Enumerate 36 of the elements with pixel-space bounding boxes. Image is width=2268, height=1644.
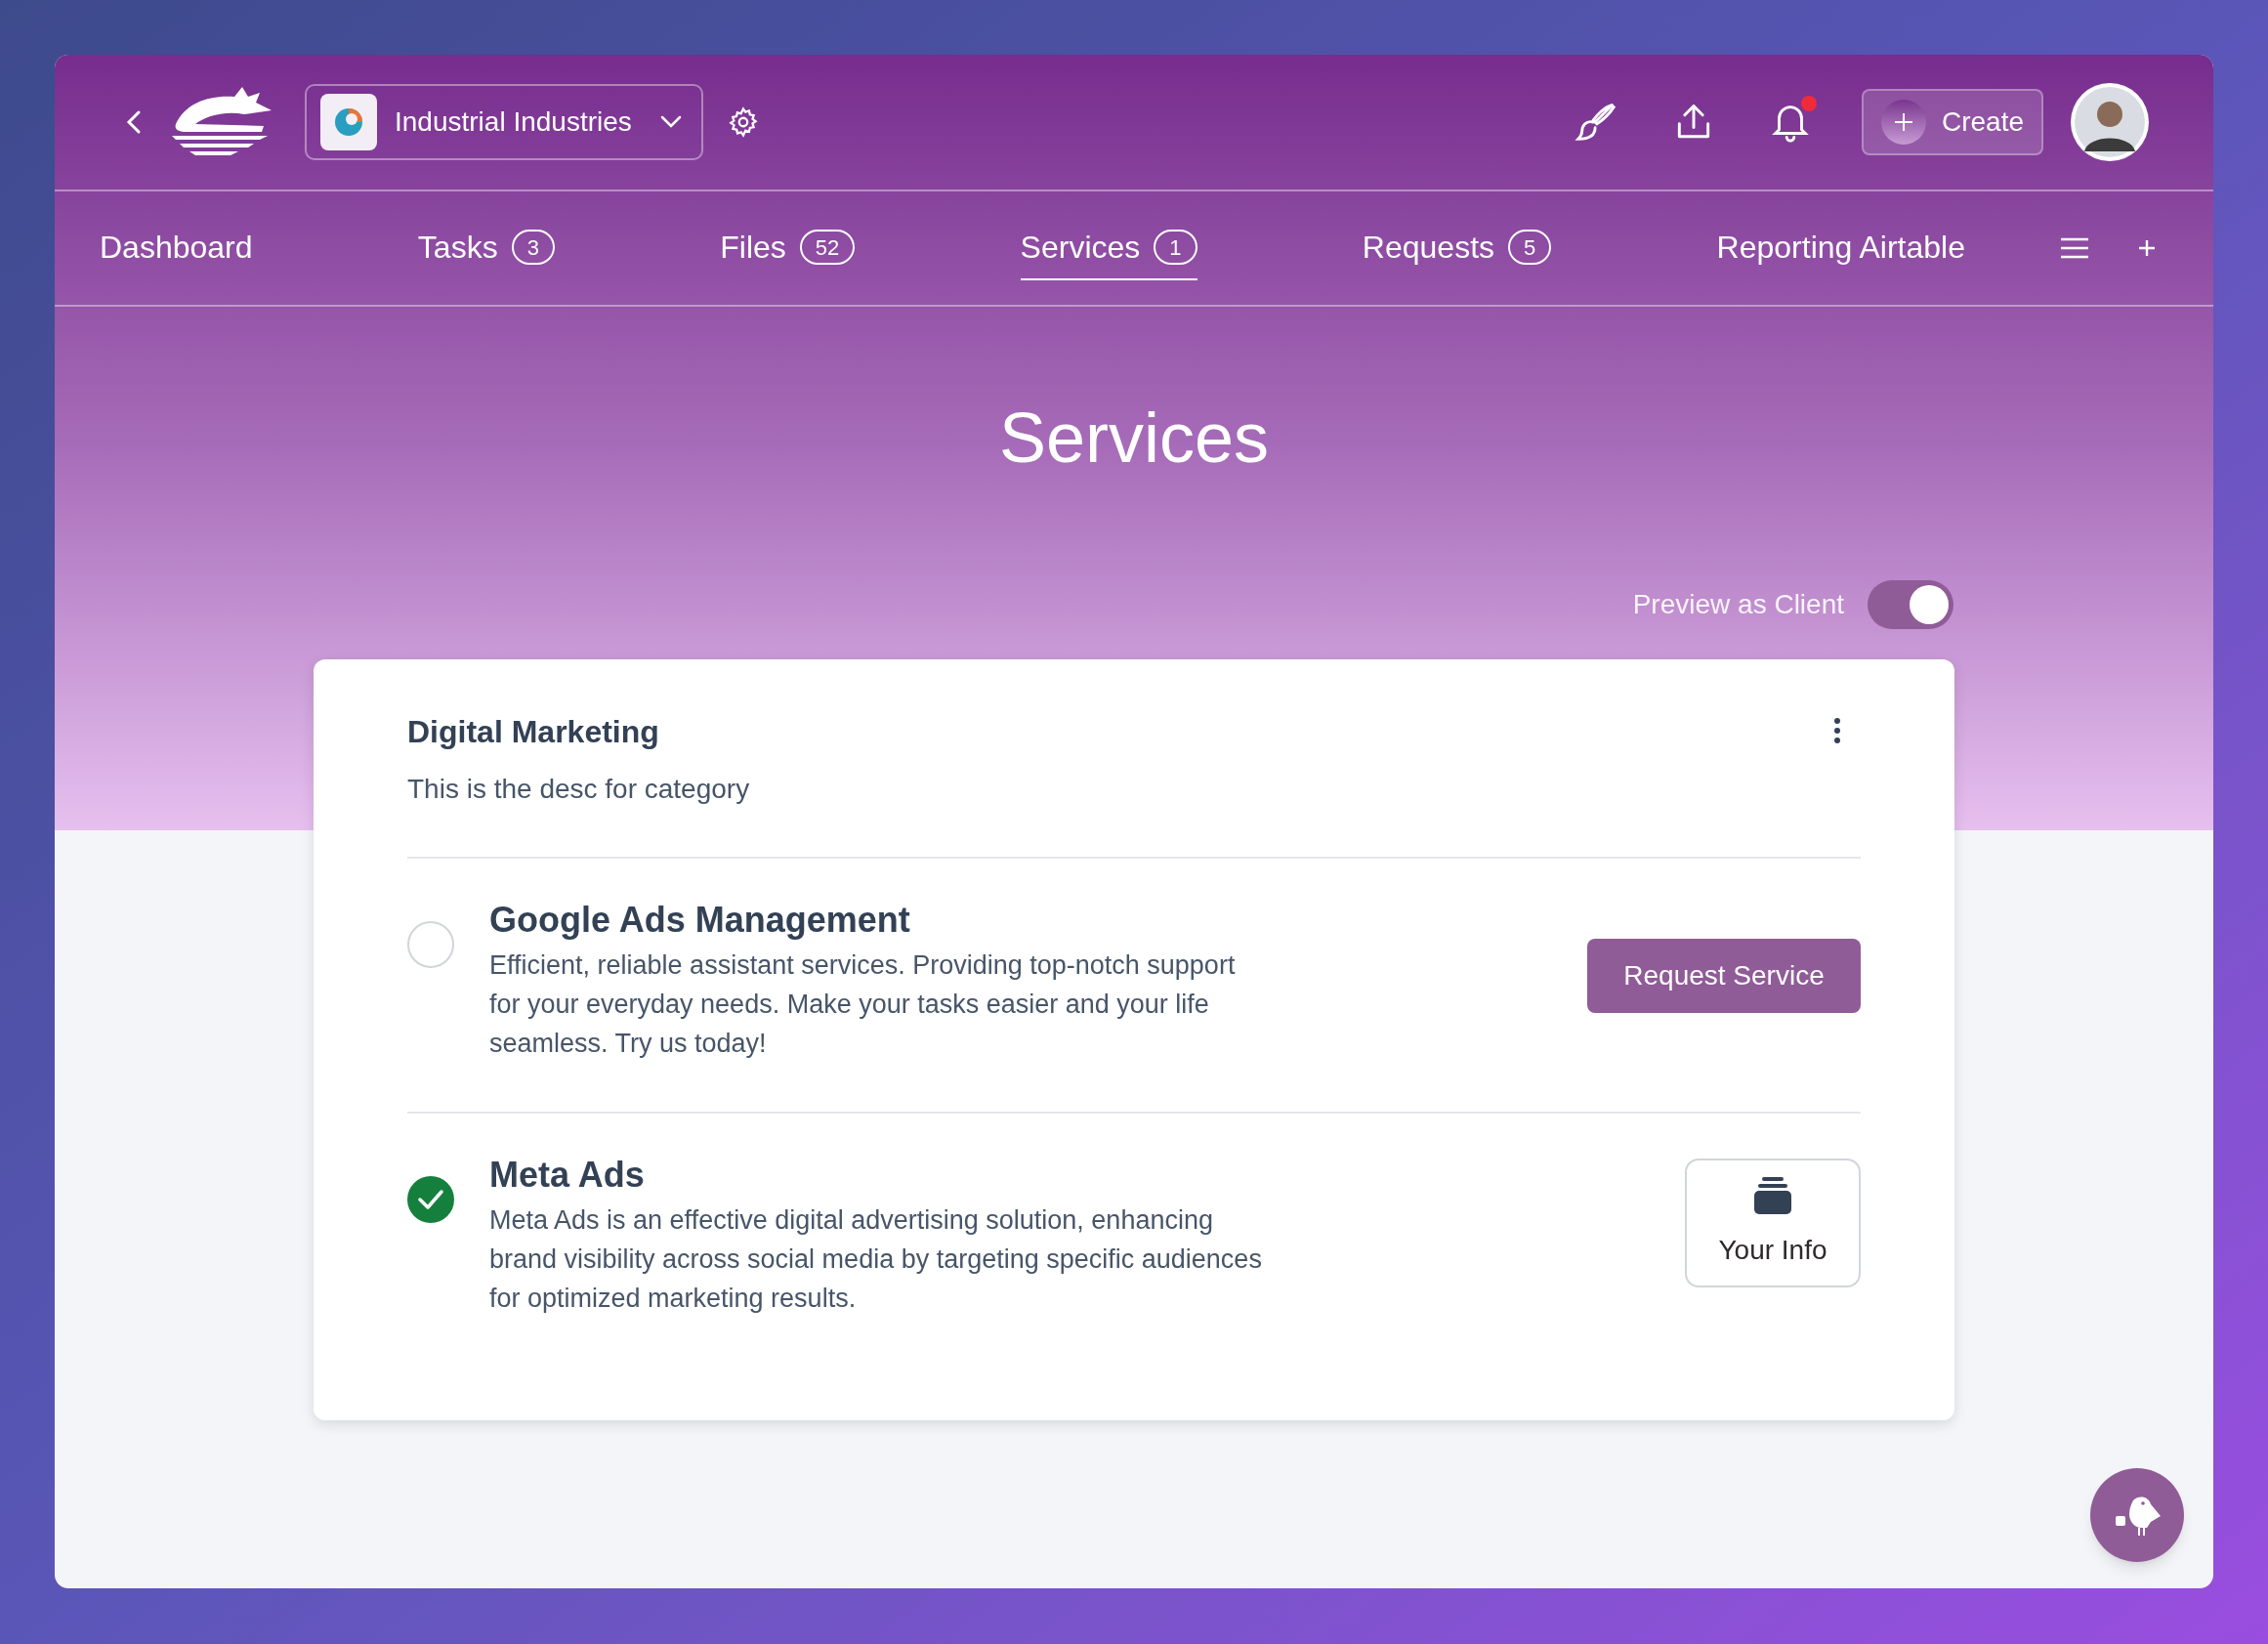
- nav-tab[interactable]: Services 1: [1020, 216, 1197, 280]
- nav-tab[interactable]: Files 52: [720, 216, 856, 280]
- nav-tab[interactable]: Tasks 3: [417, 216, 555, 280]
- plus-icon: [2137, 238, 2157, 258]
- workspace-selector[interactable]: Industrial Industries: [305, 84, 703, 160]
- count-badge: 52: [799, 230, 856, 265]
- preview-toggle[interactable]: [1868, 580, 1953, 629]
- request-service-button[interactable]: Request Service: [1587, 939, 1861, 1013]
- nav-tab[interactable]: Dashboard: [100, 216, 253, 280]
- nav-tab[interactable]: Requests 5: [1362, 216, 1552, 280]
- more-button[interactable]: [1833, 718, 1841, 743]
- add-tab-button[interactable]: [2137, 238, 2157, 258]
- menu-button[interactable]: [2059, 236, 2090, 260]
- workspace-logo-icon: [320, 94, 377, 150]
- service-description: Meta Ads is an effective digital advertising solution, enhancing brand visibility across social media by targeting specific audiences for optimized marketing results.: [489, 1204, 1263, 1315]
- create-button[interactable]: Create: [1861, 89, 2043, 155]
- workspace-name: Industrial Industries: [395, 105, 632, 139]
- settings-button[interactable]: [727, 105, 760, 139]
- more-vertical-icon: [1833, 718, 1841, 743]
- service-name: Google Ads Management: [489, 899, 911, 942]
- count-badge: 5: [1508, 230, 1552, 265]
- chevron-down-icon: [660, 115, 682, 129]
- count-badge: 3: [511, 230, 555, 265]
- nav-tab[interactable]: Reporting Airtable: [1716, 216, 1965, 280]
- menu-icon: [2059, 236, 2090, 260]
- service-name: Meta Ads: [489, 1154, 646, 1197]
- your-info-button[interactable]: Your Info: [1685, 1159, 1861, 1287]
- service-description: Efficient, reliable assistant services. Providing top-notch support for your everyday needs. Make your tasks easier and your life seamless. Try us today!: [489, 949, 1237, 1060]
- chevron-left-icon: [126, 109, 142, 135]
- count-badge: 1: [1154, 230, 1197, 265]
- page-title: Services: [998, 402, 1270, 473]
- category-description: This is the desc for category: [407, 773, 751, 806]
- archive-icon: [1752, 1175, 1793, 1216]
- category-title: Digital Marketing: [407, 713, 660, 751]
- settings-icon: [727, 105, 760, 139]
- toggle-label: Preview as Client: [1632, 588, 1844, 621]
